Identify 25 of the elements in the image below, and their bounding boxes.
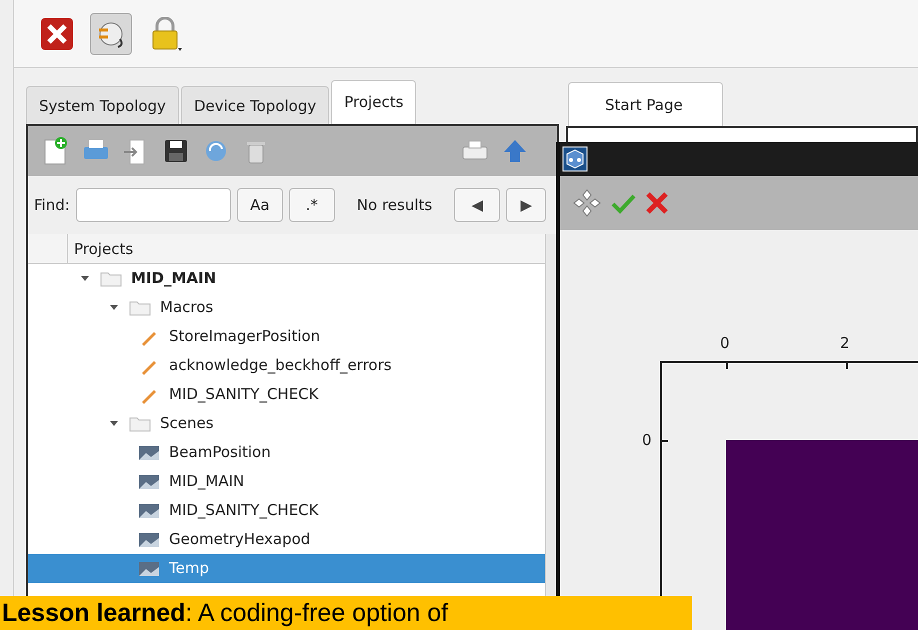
axis-tick-label: 2 [840,333,850,354]
status-text: No results [356,194,432,216]
tab[interactable]: System Topology [26,86,179,124]
regex-button[interactable]: .* [288,188,335,222]
tab[interactable]: Projects [331,80,416,124]
caption: Lesson learned: A coding-free option of [1,598,448,628]
tree-item-label[interactable]: Macros [160,296,214,319]
axis-tick-label: 0 [642,430,652,451]
tree-item-label[interactable]: MID_SANITY_CHECK [169,383,318,406]
tree-item-label[interactable]: MID_MAIN [131,267,216,290]
column-header[interactable]: Projects [68,234,134,263]
tree-item-label[interactable]: MID_SANITY_CHECK [169,499,318,522]
axis-tick-label: 0 [720,333,730,354]
tree-item-label[interactable]: StoreImagerPosition [169,325,320,348]
tab[interactable]: Start Page [568,82,723,126]
tree-item-label[interactable]: Scenes [160,412,214,435]
case-button[interactable]: Aa [236,188,283,222]
find-label: Find: [34,194,70,216]
tab[interactable]: Device Topology [180,86,330,124]
next-button[interactable]: ▶ [506,188,546,222]
tree-item-label[interactable]: BeamPosition [169,441,271,464]
tree-item-label[interactable]: GeometryHexapod [169,528,310,551]
previous-button[interactable]: ◀ [454,188,500,222]
tree-item-label[interactable]: acknowledge_beckhoff_errors [169,354,392,377]
tree-item-label[interactable]: MID_MAIN [169,470,244,493]
